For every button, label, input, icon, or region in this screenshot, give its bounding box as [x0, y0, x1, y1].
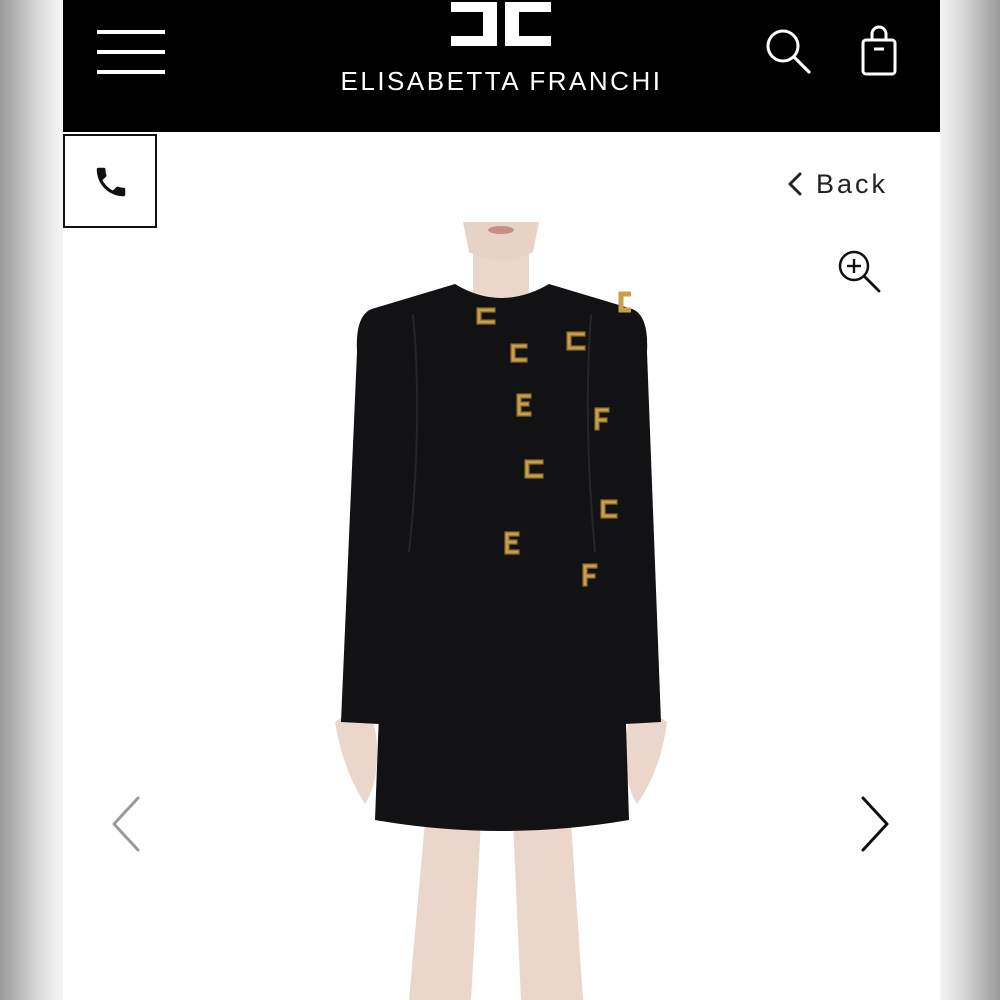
site-header: ELISABETTA FRANCHI: [63, 0, 940, 132]
chevron-left-icon: [788, 172, 802, 196]
hamburger-menu-icon-line-top: [97, 30, 165, 34]
shopping-bag-button[interactable]: [860, 24, 900, 78]
search-button[interactable]: [763, 26, 813, 76]
product-image[interactable]: [313, 222, 693, 1000]
chevron-right-icon: [861, 796, 889, 852]
hamburger-menu-icon-line-middle: [97, 50, 165, 54]
gallery-prev-button[interactable]: [108, 792, 148, 856]
back-link[interactable]: Back: [788, 164, 888, 204]
search-icon: [766, 29, 811, 74]
gallery-next-button[interactable]: [853, 792, 893, 856]
zoom-button[interactable]: [836, 248, 882, 294]
back-label: Back: [816, 168, 889, 199]
phone-icon: [96, 167, 126, 197]
zoom-in-icon: [838, 250, 881, 293]
shopping-bag-icon: [861, 25, 897, 76]
chevron-left-icon: [112, 796, 140, 852]
product-page: ELISABETTA FRANCHI Back: [63, 0, 940, 1000]
ef-monogram-logo[interactable]: [449, 0, 553, 48]
call-button[interactable]: [63, 134, 157, 228]
